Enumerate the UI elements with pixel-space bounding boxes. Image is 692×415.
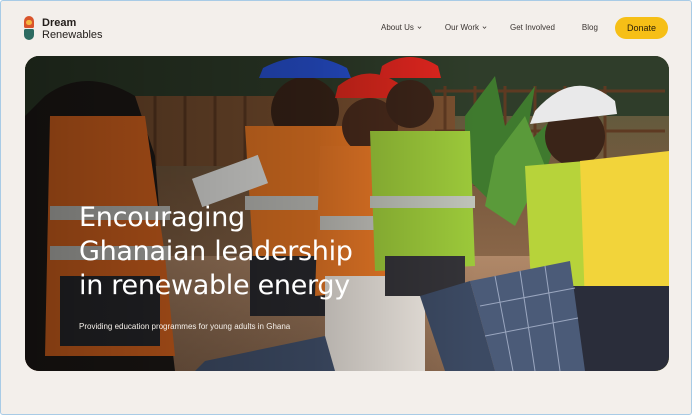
nav-about-us-label: About Us xyxy=(381,23,414,32)
donate-button[interactable]: Donate xyxy=(615,17,668,39)
nav-blog-label: Blog xyxy=(581,23,598,32)
nav-blog[interactable]: Blog xyxy=(582,23,598,32)
flame-drop-logo-icon xyxy=(23,16,35,41)
hero-title: Encouraging Ghanaian leadership in renew… xyxy=(79,202,353,301)
hero-banner: Encouraging Ghanaian leadership in renew… xyxy=(25,56,669,371)
brand-name-line2: Renewables xyxy=(42,28,103,41)
nav-our-work[interactable]: Our Work xyxy=(445,23,487,32)
nav-about-us[interactable]: About Us xyxy=(381,23,422,32)
main-nav: About Us Our Work Get Involved Blog xyxy=(381,23,598,32)
hero-subtitle: Providing education programmes for young… xyxy=(79,322,291,331)
nav-our-work-label: Our Work xyxy=(444,23,479,32)
page-frame: Dream Renewables About Us Our Work Get I… xyxy=(0,0,692,415)
nav-get-involved-label: Get Involved xyxy=(509,23,555,32)
nav-get-involved[interactable]: Get Involved xyxy=(510,23,555,32)
brand-name: Dream Renewables xyxy=(42,17,103,41)
brand-name-line1: Dream xyxy=(42,16,77,29)
chevron-down-icon xyxy=(482,26,487,29)
brand-logo[interactable]: Dream Renewables xyxy=(23,16,103,41)
chevron-down-icon xyxy=(417,26,422,29)
